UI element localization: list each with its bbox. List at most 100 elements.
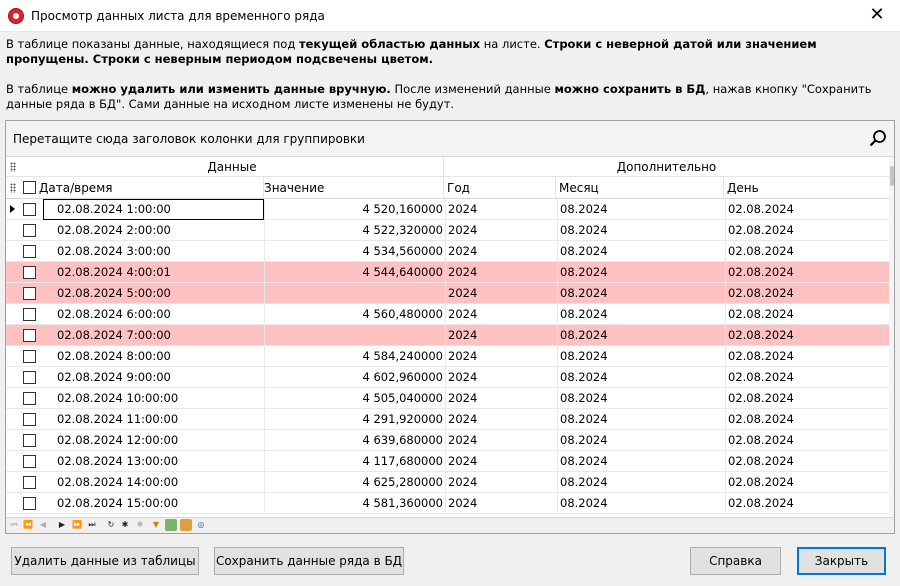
table-row[interactable]: 02.08.2024 9:00:00 4 602,960000 2024 08.202… <box>6 367 889 388</box>
cell-value[interactable]: 4 534,560000 <box>264 241 446 262</box>
cell-month[interactable]: 08.2024 <box>559 199 726 220</box>
close-button[interactable]: Закрыть <box>797 547 886 575</box>
cell-month[interactable]: 08.2024 <box>559 388 726 409</box>
row-checkbox[interactable] <box>23 224 36 237</box>
cell-year[interactable]: 2024 <box>447 325 558 346</box>
help-button[interactable]: Справка <box>690 547 781 575</box>
nav-cancel-icon[interactable]: ✱ <box>134 519 146 531</box>
cell-value[interactable]: 4 625,280000 <box>264 472 446 493</box>
row-checkbox[interactable] <box>23 476 36 489</box>
cell-datetime[interactable]: 02.08.2024 1:00:00 <box>43 199 264 220</box>
nav-refresh-icon[interactable]: ↻ <box>105 519 117 531</box>
band-customize-icon[interactable] <box>10 162 16 172</box>
cell-year[interactable]: 2024 <box>447 241 558 262</box>
row-checkbox[interactable] <box>23 434 36 447</box>
close-window-icon[interactable]: ✕ <box>854 0 900 31</box>
cell-datetime[interactable]: 02.08.2024 3:00:00 <box>43 241 264 262</box>
cell-year[interactable]: 2024 <box>447 388 558 409</box>
table-row[interactable]: 02.08.2024 15:00:00 4 581,360000 2024 08.20… <box>6 493 889 514</box>
delete-data-button[interactable]: Удалить данные из таблицы <box>11 547 199 575</box>
cell-year[interactable]: 2024 <box>447 262 558 283</box>
cell-day[interactable]: 02.08.2024 <box>727 283 889 304</box>
cell-value[interactable]: 4 639,680000 <box>264 430 446 451</box>
cell-value[interactable]: 4 602,960000 <box>264 367 446 388</box>
table-row[interactable]: 02.08.2024 14:00:00 4 625,280000 2024 08.20… <box>6 472 889 493</box>
cell-value[interactable] <box>264 283 446 304</box>
cell-month[interactable]: 08.2024 <box>559 241 726 262</box>
column-header-datetime[interactable]: Дата/время <box>36 177 264 199</box>
cell-datetime[interactable]: 02.08.2024 14:00:00 <box>43 472 264 493</box>
cell-month[interactable]: 08.2024 <box>559 346 726 367</box>
cell-value[interactable]: 4 584,240000 <box>264 346 446 367</box>
cell-month[interactable]: 08.2024 <box>559 325 726 346</box>
cell-month[interactable]: 08.2024 <box>559 451 726 472</box>
band-extra[interactable]: Дополнительно <box>444 157 889 177</box>
table-row[interactable]: 02.08.2024 11:00:00 4 291,920000 2024 08.20… <box>6 409 889 430</box>
cell-month[interactable]: 08.2024 <box>559 283 726 304</box>
row-checkbox[interactable] <box>23 287 36 300</box>
cell-month[interactable]: 08.2024 <box>559 220 726 241</box>
cell-month[interactable]: 08.2024 <box>559 367 726 388</box>
column-header-month[interactable]: Месяц <box>556 177 724 199</box>
cell-datetime[interactable]: 02.08.2024 13:00:00 <box>43 451 264 472</box>
cell-month[interactable]: 08.2024 <box>559 409 726 430</box>
nav-find-icon[interactable]: ◎ <box>195 519 207 531</box>
cell-month[interactable]: 08.2024 <box>559 262 726 283</box>
cell-day[interactable]: 02.08.2024 <box>727 346 889 367</box>
cell-datetime[interactable]: 02.08.2024 15:00:00 <box>43 493 264 514</box>
cell-day[interactable]: 02.08.2024 <box>727 241 889 262</box>
cell-value[interactable] <box>264 325 446 346</box>
table-row[interactable]: 02.08.2024 2:00:00 4 522,320000 2024 08.202… <box>6 220 889 241</box>
cell-day[interactable]: 02.08.2024 <box>727 325 889 346</box>
nav-first-page-icon[interactable]: ⏮ <box>8 519 20 531</box>
row-checkbox[interactable] <box>23 371 36 384</box>
table-row[interactable]: 02.08.2024 7:00:00 2024 08.2024 02.08.2024 <box>6 325 889 346</box>
cell-datetime[interactable]: 02.08.2024 6:00:00 <box>43 304 264 325</box>
cell-datetime[interactable]: 02.08.2024 5:00:00 <box>43 283 264 304</box>
select-all-checkbox[interactable] <box>23 181 36 194</box>
row-checkbox[interactable] <box>23 455 36 468</box>
nav-next-icon[interactable]: ▶ <box>56 519 68 531</box>
table-row[interactable]: 02.08.2024 1:00:00 4 520,160000 2024 08.202… <box>6 199 889 220</box>
row-checkbox[interactable] <box>23 203 36 216</box>
save-to-db-button[interactable]: Сохранить данные ряда в БД <box>214 547 404 575</box>
nav-next-page-icon[interactable]: ⏩ <box>71 519 83 531</box>
data-grid[interactable]: Перетащите сюда заголовок колонки для гр… <box>5 120 895 534</box>
cell-year[interactable]: 2024 <box>447 493 558 514</box>
cell-value[interactable]: 4 291,920000 <box>264 409 446 430</box>
column-header-value[interactable]: Значение <box>261 177 444 199</box>
cell-year[interactable]: 2024 <box>447 304 558 325</box>
cell-month[interactable]: 08.2024 <box>559 472 726 493</box>
row-checkbox[interactable] <box>23 245 36 258</box>
cell-day[interactable]: 02.08.2024 <box>727 262 889 283</box>
cell-year[interactable]: 2024 <box>447 430 558 451</box>
cell-year[interactable]: 2024 <box>447 346 558 367</box>
column-header-day[interactable]: День <box>724 177 889 199</box>
table-row[interactable]: 02.08.2024 4:00:01 4 544,640000 2024 08.202… <box>6 262 889 283</box>
cell-year[interactable]: 2024 <box>447 451 558 472</box>
table-row[interactable]: 02.08.2024 10:00:00 4 505,040000 2024 08.20… <box>6 388 889 409</box>
cell-value[interactable]: 4 520,160000 <box>264 199 446 220</box>
cell-datetime[interactable]: 02.08.2024 2:00:00 <box>43 220 264 241</box>
table-row[interactable]: 02.08.2024 6:00:00 4 560,480000 2024 08.202… <box>6 304 889 325</box>
nav-grid-icon[interactable] <box>180 519 192 531</box>
cell-value[interactable]: 4 505,040000 <box>264 388 446 409</box>
band-data[interactable]: Данные <box>21 157 444 177</box>
cell-month[interactable]: 08.2024 <box>559 493 726 514</box>
nav-filter-icon[interactable]: ▼ <box>150 519 162 531</box>
cell-year[interactable]: 2024 <box>447 283 558 304</box>
table-row[interactable]: 02.08.2024 5:00:00 2024 08.2024 02.08.2024 <box>6 283 889 304</box>
cell-value[interactable]: 4 581,360000 <box>264 493 446 514</box>
search-icon[interactable] <box>869 129 887 147</box>
cell-day[interactable]: 02.08.2024 <box>727 220 889 241</box>
row-checkbox[interactable] <box>23 392 36 405</box>
cell-value[interactable]: 4 522,320000 <box>264 220 446 241</box>
cell-year[interactable]: 2024 <box>447 367 558 388</box>
cell-value[interactable]: 4 560,480000 <box>264 304 446 325</box>
table-row[interactable]: 02.08.2024 3:00:00 4 534,560000 2024 08.202… <box>6 241 889 262</box>
row-checkbox[interactable] <box>23 413 36 426</box>
table-row[interactable]: 02.08.2024 12:00:00 4 639,680000 2024 08.20… <box>6 430 889 451</box>
cell-year[interactable]: 2024 <box>447 409 558 430</box>
cell-day[interactable]: 02.08.2024 <box>727 430 889 451</box>
cell-year[interactable]: 2024 <box>447 220 558 241</box>
